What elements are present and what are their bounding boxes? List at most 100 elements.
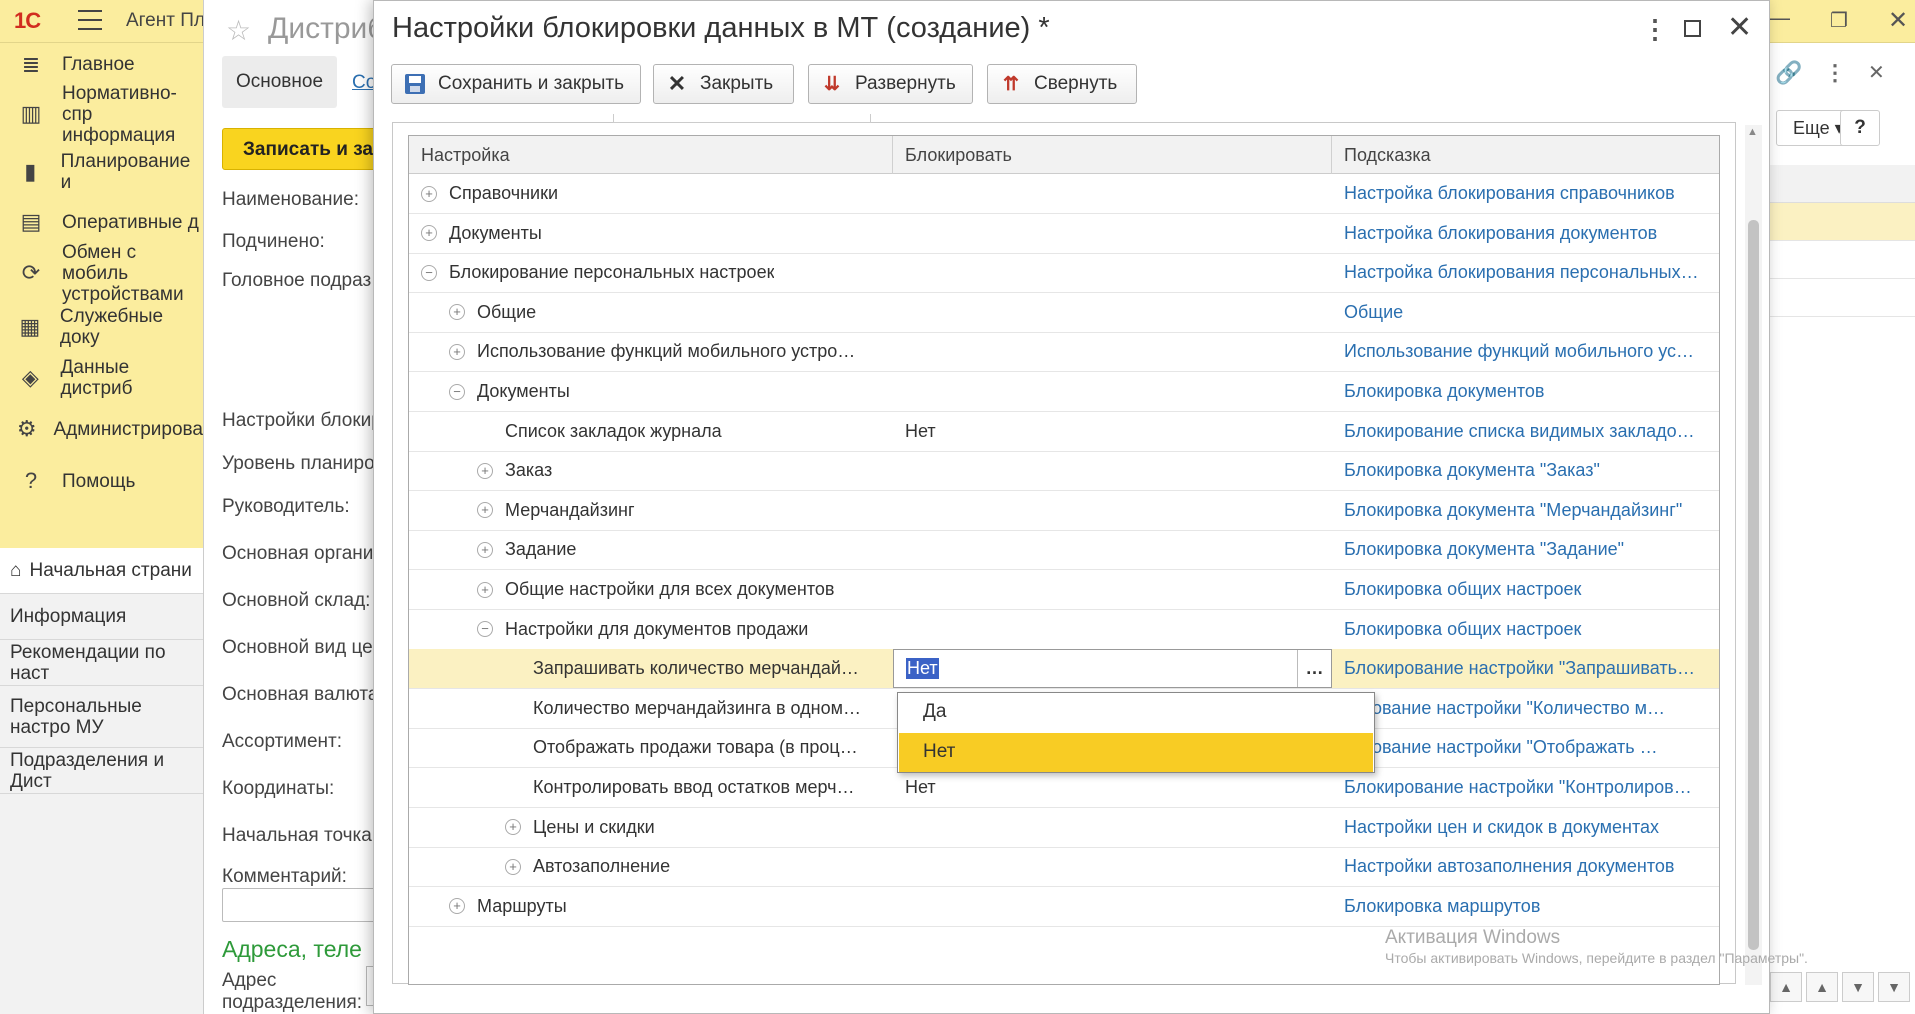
table-row[interactable]: + Маршруты Блокировка маршрутов — [409, 887, 1719, 927]
setting-name-cell[interactable]: Список закладок журнала — [409, 412, 893, 451]
select-value-button[interactable]: … — [1297, 650, 1331, 688]
hint-link[interactable]: Блокировка документов — [1332, 372, 1719, 411]
setting-name-cell[interactable]: + Использование функций мобильного устро… — [409, 332, 893, 371]
table-row[interactable]: + Общие Общие — [409, 293, 1719, 333]
hint-link[interactable]: Настройка блокирования справочников — [1332, 174, 1719, 213]
table-row[interactable]: Контролировать ввод остатков мерч… Нет Бло… — [409, 768, 1719, 808]
sidebar-item-reference[interactable]: ▥ Нормативно-спр информация — [0, 83, 203, 146]
block-value-cell[interactable] — [893, 372, 1332, 411]
collapse-node-icon[interactable]: − — [421, 264, 437, 281]
bg-save-button[interactable]: Записать и за — [222, 128, 382, 170]
table-row[interactable]: + Мерчандайзинг Блокировка документа "Мерч… — [409, 491, 1719, 531]
table-row[interactable]: Список закладок журнала Нет Блокирование с… — [409, 412, 1719, 452]
sidebar-item-operational[interactable]: ▤ Оперативные д — [0, 202, 203, 242]
scroll-top-icon[interactable]: ▲ — [1770, 972, 1802, 1002]
setting-name-cell[interactable]: + Маршруты — [409, 887, 893, 926]
subnav-item-info[interactable]: Информация — [0, 594, 203, 640]
setting-name-cell[interactable]: + Мерчандайзинг — [409, 491, 893, 530]
sidebar-item-help[interactable]: ? Помощь — [0, 461, 203, 501]
block-value-cell[interactable] — [893, 530, 1332, 569]
hint-link[interactable]: Общие — [1332, 293, 1719, 332]
table-row[interactable]: + Заказ Блокировка документа "Заказ" — [409, 451, 1719, 492]
block-value-cell[interactable]: Нет — [893, 412, 1332, 451]
link-icon[interactable]: 🔗 — [1775, 60, 1802, 86]
setting-name-cell[interactable]: Отображать продажи товара (в проц… — [409, 728, 893, 767]
table-row[interactable]: + Автозаполнение Настройки автозаполнения … — [409, 847, 1719, 888]
collapse-node-icon[interactable]: − — [449, 383, 465, 400]
hint-link[interactable]: Блокирование списка видимых закладо… — [1332, 412, 1719, 451]
table-row[interactable]: + Общие настройки для всех документов Блок… — [409, 570, 1719, 610]
expand-node-icon[interactable]: + — [449, 343, 465, 360]
block-value-cell[interactable] — [893, 491, 1332, 530]
sidebar-item-distributor-data[interactable]: ◈ Данные дистриб — [0, 357, 203, 399]
scroll-up-icon[interactable]: ▲ — [1806, 972, 1838, 1002]
table-row[interactable]: − Блокирование персональных настроек Настр… — [409, 253, 1719, 294]
column-header-setting[interactable]: Настройка — [409, 136, 893, 174]
hamburger-menu-icon[interactable] — [78, 10, 102, 30]
dropdown-option-yes[interactable]: Да — [899, 693, 1373, 732]
subnav-item-home[interactable]: ⌂ Начальная страни — [0, 548, 203, 594]
table-row[interactable]: − Настройки для документов продажи Блокиро… — [409, 610, 1719, 650]
sidebar-item-main[interactable]: ≣ Главное — [0, 43, 203, 86]
scroll-down-icon[interactable]: ▼ — [1842, 972, 1874, 1002]
block-value-cell[interactable] — [893, 610, 1332, 649]
table-row[interactable]: + Документы Настройка блокирования докумен… — [409, 214, 1719, 254]
list-row-selected[interactable] — [1770, 203, 1915, 241]
sidebar-item-planning[interactable]: ▮ Планирование и — [0, 151, 203, 193]
expand-node-icon[interactable]: + — [477, 502, 493, 519]
window-minimize-icon[interactable]: — — [1768, 7, 1790, 29]
help-button[interactable]: ? — [1840, 110, 1880, 146]
block-value-editor[interactable]: Нет… — [893, 649, 1332, 689]
setting-name-cell[interactable]: + Задание — [409, 530, 893, 569]
setting-name-cell[interactable]: Запрашивать количество мерчандай… — [409, 649, 893, 688]
setting-name-cell[interactable]: + Справочники — [409, 174, 893, 213]
setting-name-cell[interactable]: − Документы — [409, 372, 893, 411]
hint-link[interactable]: Блокировка документа "Заказ" — [1332, 451, 1719, 490]
dropdown-option-no[interactable]: Нет — [899, 733, 1373, 772]
expand-node-icon[interactable]: + — [421, 185, 437, 202]
save-and-close-button[interactable]: Сохранить и закрыть — [391, 64, 641, 104]
sidebar-item-service-docs[interactable]: ▦ Служебные доку — [0, 306, 203, 348]
panel-close-icon[interactable]: ✕ — [1868, 60, 1885, 85]
expand-node-icon[interactable]: + — [505, 858, 521, 875]
setting-name-cell[interactable]: + Общие настройки для всех документов — [409, 570, 893, 609]
dialog-more-icon[interactable]: ⋮ — [1642, 14, 1668, 45]
table-row[interactable]: − Документы Блокировка документов — [409, 372, 1719, 412]
expand-node-icon[interactable]: + — [505, 819, 521, 836]
subnav-item-recommendations[interactable]: Рекомендации по наст — [0, 640, 203, 686]
expand-node-icon[interactable]: + — [477, 581, 493, 598]
block-value-cell[interactable] — [893, 451, 1332, 490]
block-value-cell[interactable] — [893, 887, 1332, 926]
hint-link[interactable]: Использование функций мобильного ус… — [1332, 332, 1719, 371]
hint-link[interactable]: Настройка блокирования документов — [1332, 214, 1719, 253]
comment-input[interactable] — [222, 888, 382, 922]
subnav-item-personal-settings[interactable]: Персональные настро МУ — [0, 686, 203, 748]
table-row[interactable]: + Задание Блокировка документа "Задание" — [409, 530, 1719, 571]
setting-name-cell[interactable]: − Настройки для документов продажи — [409, 610, 893, 649]
table-row[interactable]: + Использование функций мобильного устро…… — [409, 332, 1719, 373]
list-row[interactable] — [1770, 279, 1915, 317]
hint-link[interactable]: Блокировка общих настроек — [1332, 610, 1719, 649]
block-value-cell[interactable] — [893, 570, 1332, 609]
block-value-cell[interactable] — [893, 253, 1332, 292]
block-value-cell[interactable] — [893, 174, 1332, 213]
block-value-cell[interactable] — [893, 332, 1332, 371]
dialog-maximize-icon[interactable] — [1684, 20, 1701, 37]
hint-link[interactable]: Блокировка общих настроек — [1332, 570, 1719, 609]
block-value-cell[interactable]: Нет — [893, 768, 1332, 807]
block-value-cell[interactable] — [893, 847, 1332, 886]
hint-link[interactable]: Настройки автозаполнения документов — [1332, 847, 1719, 886]
settings-tree-table[interactable]: Настройка Блокировать Подсказка + Справоч… — [408, 135, 1720, 985]
setting-name-cell[interactable]: + Заказ — [409, 451, 893, 490]
hint-link[interactable]: кирование настройки "Количество м… — [1332, 689, 1719, 728]
expand-node-icon[interactable]: + — [477, 541, 493, 558]
dialog-close-icon[interactable]: ✕ — [1727, 10, 1752, 45]
hint-link[interactable]: Блокирование настройки "Запрашивать… — [1332, 649, 1719, 688]
setting-name-cell[interactable]: − Блокирование персональных настроек — [409, 253, 893, 292]
table-row-selected[interactable]: Запрашивать количество мерчандай… Нет … Бло… — [409, 649, 1719, 690]
table-row[interactable]: + Справочники Настройка блокирования справ… — [409, 174, 1719, 214]
setting-name-cell[interactable]: + Общие — [409, 293, 893, 332]
sidebar-item-admin[interactable]: ⚙ Администрирова — [0, 409, 203, 449]
favorite-star-icon[interactable]: ☆ — [226, 14, 251, 47]
block-value-cell[interactable] — [893, 293, 1332, 332]
